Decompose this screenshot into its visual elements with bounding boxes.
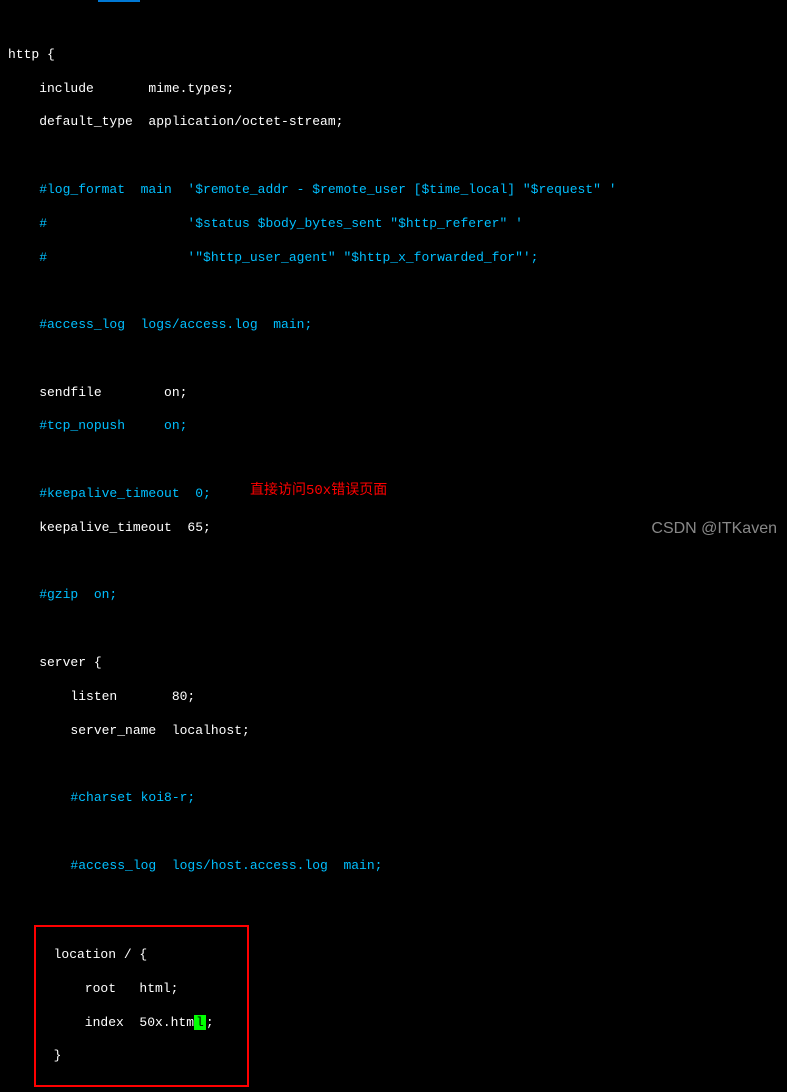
config-line: default_type application/octet-stream; [8, 114, 779, 131]
blank-line [8, 452, 779, 469]
comment-line: #access_log logs/access.log main; [8, 317, 779, 334]
terminal-content: http { include mime.types; default_type … [0, 0, 787, 1092]
config-line: http { [8, 47, 779, 64]
blank-line [8, 283, 779, 300]
highlighted-location-block: location / { root html; index 50x.html; … [34, 925, 249, 1087]
blank-line [8, 824, 779, 841]
config-line: server_name localhost; [8, 723, 779, 740]
config-line: sendfile on; [8, 385, 779, 402]
comment-line: # '$status $body_bytes_sent "$http_refer… [8, 216, 779, 233]
blank-line [8, 148, 779, 165]
comment-line: #tcp_nopush on; [8, 418, 779, 435]
blank-line [8, 1087, 779, 1092]
annotation-text: 直接访问50x错误页面 [250, 482, 387, 500]
comment-line: #charset koi8-r; [8, 790, 779, 807]
blank-line [8, 891, 779, 908]
config-line: location / { [38, 947, 245, 964]
config-line: include mime.types; [8, 81, 779, 98]
config-line: listen 80; [8, 689, 779, 706]
blank-line [8, 554, 779, 571]
config-line: index 50x.html; [38, 1015, 245, 1032]
watermark-text: CSDN @ITKaven [651, 519, 777, 540]
top-accent-line [98, 0, 140, 2]
config-line: root html; [38, 981, 245, 998]
config-line: } [38, 1048, 245, 1065]
config-line: server { [8, 655, 779, 672]
blank-line [8, 756, 779, 773]
comment-line: #access_log logs/host.access.log main; [8, 858, 779, 875]
blank-line [8, 621, 779, 638]
comment-line: #keepalive_timeout 0; [8, 486, 779, 503]
blank-line [8, 351, 779, 368]
comment-line: #log_format main '$remote_addr - $remote… [8, 182, 779, 199]
comment-line: # '"$http_user_agent" "$http_x_forwarded… [8, 250, 779, 267]
comment-line: #gzip on; [8, 587, 779, 604]
cursor: l [194, 1015, 206, 1030]
